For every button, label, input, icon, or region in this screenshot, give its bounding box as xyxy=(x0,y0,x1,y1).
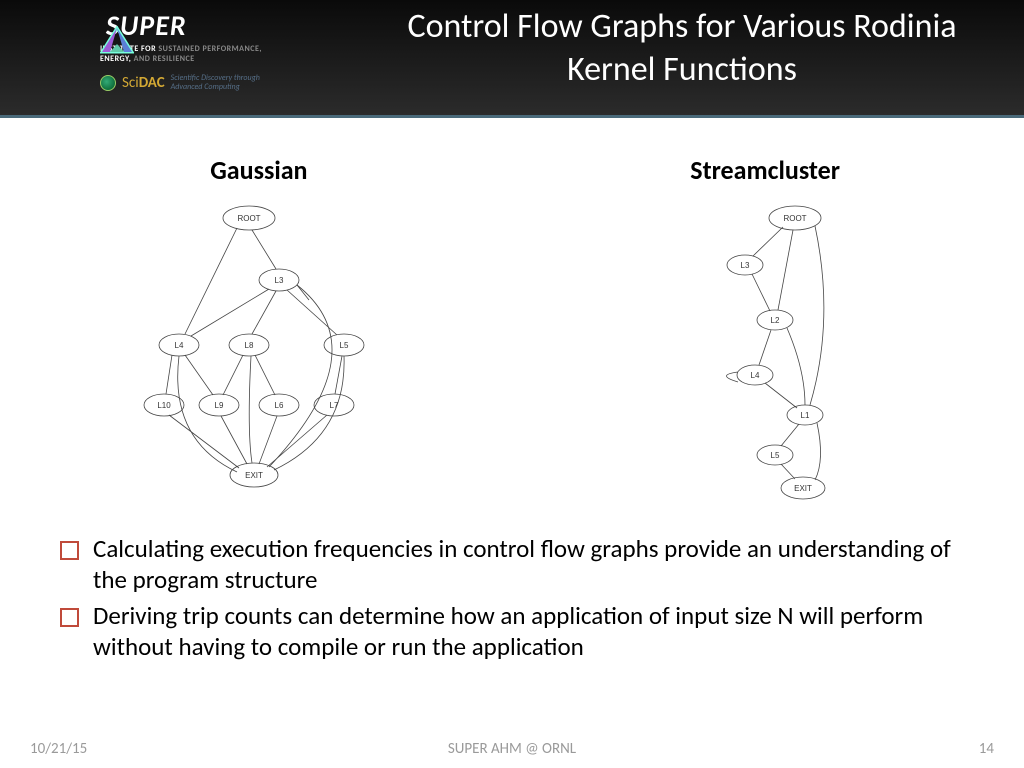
svg-text:L9: L9 xyxy=(214,401,223,410)
svg-text:L4: L4 xyxy=(174,341,183,350)
streamcluster-column: Streamcluster ROOT L3 L2 L4 L1 L5 EXIT xyxy=(566,148,964,528)
gaussian-label: Gaussian xyxy=(60,154,458,186)
bullet-icon xyxy=(60,541,79,560)
svg-text:L6: L6 xyxy=(274,401,283,410)
bullet-text: Deriving trip counts can determine how a… xyxy=(93,601,964,662)
slide-footer: 10/21/15 SUPER AHM @ ORNL 14 xyxy=(0,740,1024,760)
institute-tagline: INSTITUTE FOR SUSTAINED PERFORMANCE, ENE… xyxy=(100,45,330,64)
svg-text:EXIT: EXIT xyxy=(245,471,263,480)
scidac-logo: SciDAC Scientific Discovery throughAdvan… xyxy=(100,74,330,92)
svg-text:L7: L7 xyxy=(329,401,338,410)
svg-text:L1: L1 xyxy=(801,411,810,420)
svg-text:ROOT: ROOT xyxy=(784,214,807,223)
svg-text:L5: L5 xyxy=(771,451,780,460)
bullet-text: Calculating execution frequencies in con… xyxy=(93,534,964,595)
bullet-item: Calculating execution frequencies in con… xyxy=(60,534,964,595)
bullet-list: Calculating execution frequencies in con… xyxy=(60,534,964,662)
svg-text:L3: L3 xyxy=(274,276,283,285)
footer-page: 14 xyxy=(979,740,994,758)
svg-text:L4: L4 xyxy=(751,371,760,380)
svg-text:ROOT: ROOT xyxy=(237,214,260,223)
scidac-tagline: Scientific Discovery throughAdvanced Com… xyxy=(171,74,260,92)
svg-text:EXIT: EXIT xyxy=(794,484,812,493)
scidac-badge-icon xyxy=(100,75,116,91)
svg-text:L8: L8 xyxy=(244,341,253,350)
svg-text:L2: L2 xyxy=(771,316,780,325)
logo-area: SUPER INSTITUTE FOR SUSTAINED PERFORMANC… xyxy=(100,8,330,92)
gaussian-column: Gaussian ROOT L3 L4 L8 L5 L10 L9 L6 L7 E… xyxy=(60,148,458,528)
scidac-text: SciDAC xyxy=(122,74,165,92)
svg-text:L3: L3 xyxy=(741,261,750,270)
svg-text:L5: L5 xyxy=(339,341,348,350)
streamcluster-label: Streamcluster xyxy=(566,154,964,186)
gaussian-graph: ROOT L3 L4 L8 L5 L10 L9 L6 L7 EXIT xyxy=(129,200,389,505)
bullet-icon xyxy=(60,608,79,627)
slide-title: Control Flow Graphs for Various Rodinia … xyxy=(380,6,984,91)
streamcluster-graph: ROOT L3 L2 L4 L1 L5 EXIT xyxy=(675,200,855,505)
footer-venue: SUPER AHM @ ORNL xyxy=(0,740,1024,758)
svg-text:L10: L10 xyxy=(157,401,171,410)
slide-body: Gaussian ROOT L3 L4 L8 L5 L10 L9 L6 L7 E… xyxy=(0,118,1024,738)
slide-header: SUPER INSTITUTE FOR SUSTAINED PERFORMANC… xyxy=(0,0,1024,118)
super-logo: SUPER xyxy=(100,8,330,43)
bullet-item: Deriving trip counts can determine how a… xyxy=(60,601,964,662)
